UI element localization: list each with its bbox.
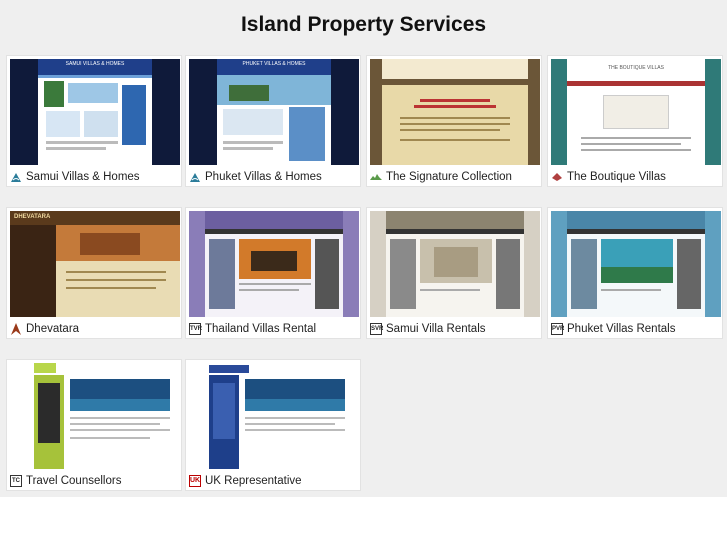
site-caption[interactable]: PVR Phuket Villas Rentals [551,320,675,338]
site-caption[interactable]: UK UK Representative [189,472,302,490]
site-label: The Signature Collection [386,171,512,183]
site-label: Samui Villa Rentals [386,323,486,335]
thumbnail-heading: THE BOUTIQUE VILLAS [608,65,664,71]
site-label: Phuket Villas Rentals [567,323,676,335]
page-title: Island Property Services [240,13,487,36]
travel-counsellors-logo-icon: TC [10,475,22,487]
site-card-dhevatara[interactable]: DHEVATARA Dhevatara [6,207,182,339]
signature-collection-logo-icon [370,171,382,183]
site-label: The Boutique Villas [567,171,666,183]
site-label: Dhevatara [26,323,80,335]
dhevatara-logo-icon [10,323,22,335]
site-card-phuket-villas[interactable]: PHUKET VILLAS & HOMES Phuket Villas & Ho… [185,55,361,187]
site-card-uk-representative[interactable]: UK UK Representative [185,359,361,491]
site-caption[interactable]: Dhevatara [10,320,79,338]
site-card-signature-collection[interactable]: The Signature Collection [366,55,542,187]
samui-villas-logo-icon [10,171,22,183]
site-thumbnail[interactable] [189,363,359,469]
site-thumbnail[interactable]: PHUKET VILLAS & HOMES [189,59,359,165]
site-label: UK Representative [205,475,302,487]
site-caption[interactable]: TVR Thailand Villas Rental [189,320,316,338]
site-thumbnail[interactable] [370,59,540,165]
site-card-samui-villas[interactable]: SAMUI VILLAS & HOMES Samui Villas & Home… [6,55,182,187]
site-caption[interactable]: The Signature Collection [370,168,512,186]
site-label: Phuket Villas & Homes [205,171,322,183]
site-card-boutique-villas[interactable]: THE BOUTIQUE VILLAS The Boutique Villas [547,55,723,187]
site-thumbnail[interactable]: SAMUI VILLAS & HOMES [10,59,180,165]
thumbnail-heading: DHEVATARA [14,214,51,220]
site-label: Thailand Villas Rental [205,323,317,335]
site-card-phuket-villas-rentals[interactable]: PVR Phuket Villas Rentals [547,207,723,339]
site-label: Samui Villas & Homes [26,171,140,183]
thumbnail-heading: SAMUI VILLAS & HOMES [65,61,125,67]
site-thumbnail[interactable] [551,211,721,317]
site-caption[interactable]: SVR Samui Villa Rentals [370,320,486,338]
site-caption[interactable]: Samui Villas & Homes [10,168,140,186]
site-caption[interactable]: TC Travel Counsellors [10,472,121,490]
page: Island Property Services SAMUI VILLAS & … [0,0,727,545]
pvr-logo-icon: PVR [551,323,564,335]
content-panel: Island Property Services SAMUI VILLAS & … [0,0,727,497]
site-caption[interactable]: Phuket Villas & Homes [189,168,322,186]
site-card-thailand-villas-rental[interactable]: TVR Thailand Villas Rental [185,207,361,339]
thumbnail-heading: PHUKET VILLAS & HOMES [242,61,306,67]
svr-logo-icon: SVR [370,323,383,335]
site-thumbnail[interactable]: DHEVATARA [10,211,180,317]
phuket-villas-logo-icon [189,171,201,183]
site-caption[interactable]: The Boutique Villas [551,168,666,186]
site-thumbnail[interactable]: THE BOUTIQUE VILLAS [551,59,721,165]
uk-flag-icon: UK [189,475,201,487]
site-thumbnail[interactable] [370,211,540,317]
site-thumbnail[interactable] [10,363,180,469]
tvr-logo-icon: TVR [189,323,202,335]
site-thumbnail[interactable] [189,211,359,317]
site-label: Travel Counsellors [26,475,122,487]
site-card-travel-counsellors[interactable]: TC Travel Counsellors [6,359,182,491]
boutique-villas-logo-icon [551,171,563,183]
site-card-samui-villa-rentals[interactable]: SVR Samui Villa Rentals [366,207,542,339]
